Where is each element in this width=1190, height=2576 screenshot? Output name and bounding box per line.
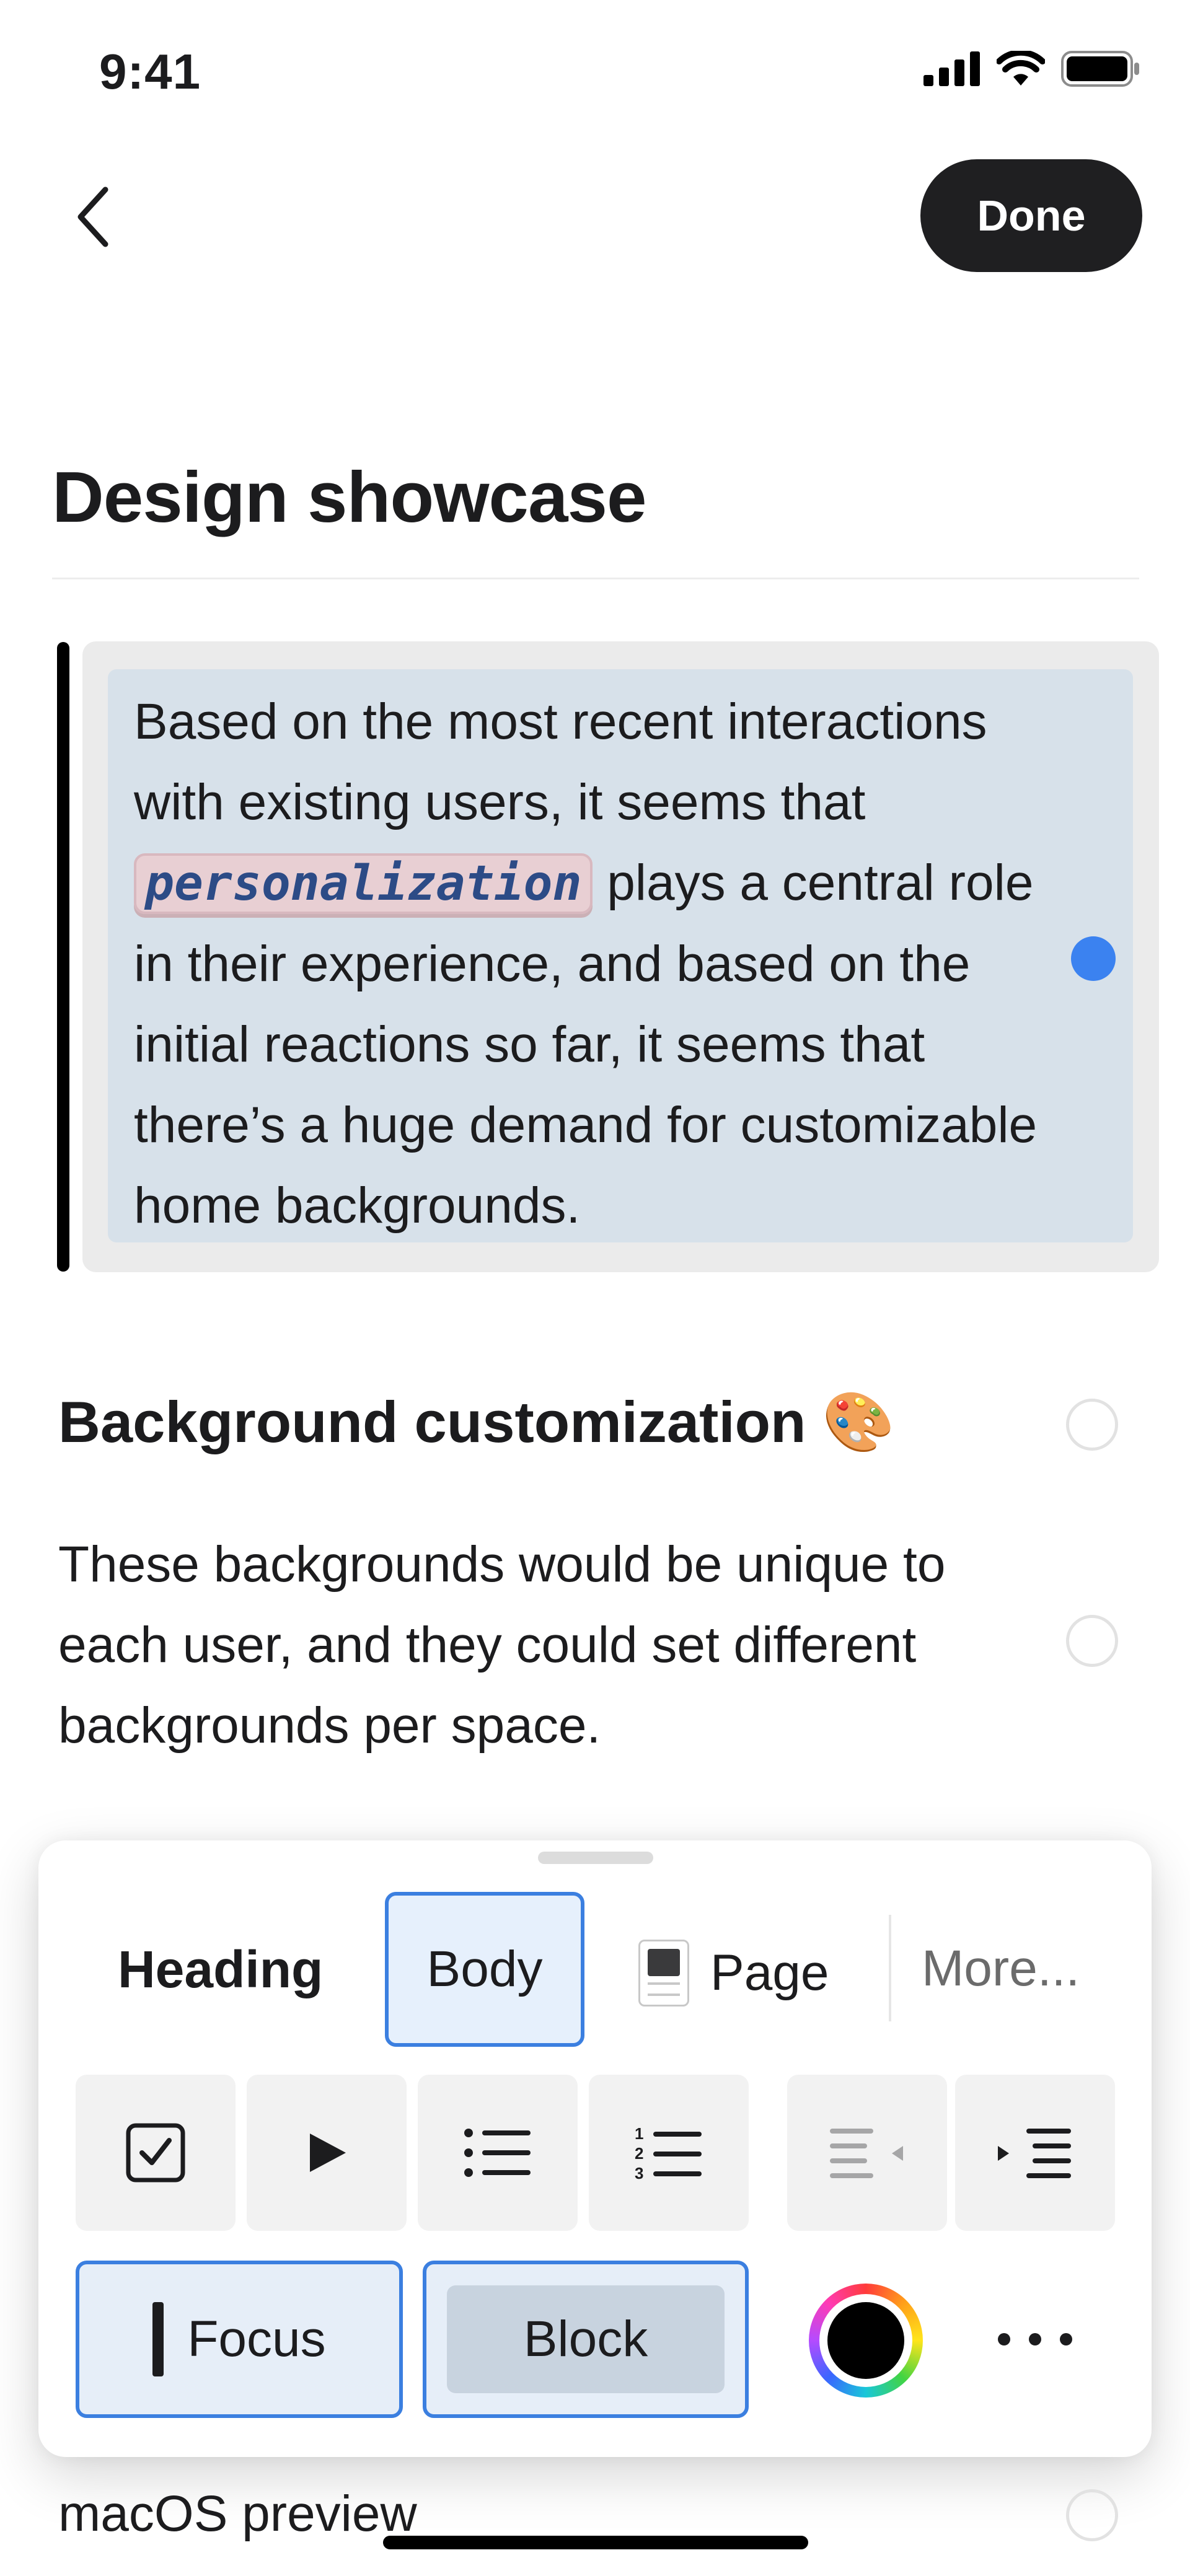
checkbox-button[interactable]	[76, 2075, 236, 2231]
block-mode-button[interactable]: Block	[423, 2261, 749, 2418]
comment-dot-indicator[interactable]	[1071, 936, 1116, 981]
inline-code-mention[interactable]: personalization	[134, 853, 593, 914]
outdent-icon	[830, 2129, 903, 2178]
style-body-option[interactable]: Body	[385, 1892, 584, 2047]
done-button[interactable]: Done	[920, 159, 1142, 272]
chevron-left-icon	[77, 187, 108, 247]
signal-icon	[923, 51, 980, 86]
svg-text:3: 3	[635, 2164, 643, 2181]
list-item-label[interactable]: macOS preview	[58, 2485, 417, 2543]
svg-text:1: 1	[635, 2124, 643, 2143]
indent-icon	[998, 2129, 1071, 2178]
block-text[interactable]: Based on the most recent interactions wi…	[134, 682, 1076, 1246]
numbered-list-icon: 1 2 3	[635, 2124, 702, 2181]
style-page-option[interactable]: Page	[638, 1940, 829, 2007]
text-caret-icon	[152, 2302, 164, 2376]
style-heading-option[interactable]: Heading	[118, 1940, 323, 2000]
status-time: 9:41	[99, 44, 201, 99]
section-heading[interactable]: Background customization 🎨	[58, 1388, 895, 1456]
focus-label: Focus	[187, 2311, 326, 2367]
outdent-button[interactable]	[787, 2075, 947, 2231]
svg-text:2: 2	[635, 2144, 643, 2163]
divider	[52, 578, 1139, 579]
color-wheel-icon	[819, 2294, 912, 2387]
toggle-button[interactable]	[247, 2075, 407, 2231]
style-page-label: Page	[710, 1945, 829, 2001]
wifi-icon	[997, 51, 1045, 86]
ellipsis-icon[interactable]	[998, 2318, 1072, 2361]
section-paragraph[interactable]: These backgrounds would be unique to eac…	[58, 1524, 1050, 1766]
home-indicator	[383, 2536, 808, 2549]
block-text-before: Based on the most recent interactions wi…	[134, 693, 987, 830]
focus-indicator-bar	[57, 642, 69, 1272]
bulleted-list-icon	[464, 2129, 531, 2177]
checkbox-icon	[126, 2123, 185, 2183]
status-icons	[923, 51, 1140, 87]
numbered-list-button[interactable]: 1 2 3	[589, 2075, 749, 2231]
sheet-grabber[interactable]	[538, 1852, 653, 1864]
style-more-option[interactable]: More...	[922, 1940, 1080, 1998]
back-button[interactable]	[62, 180, 124, 254]
battery-icon	[1061, 51, 1139, 87]
page-title: Design showcase	[52, 457, 646, 537]
current-color-swatch	[827, 2302, 904, 2379]
indent-button[interactable]	[955, 2075, 1115, 2231]
page-doc-icon	[638, 1940, 689, 2007]
list-item-check-circle[interactable]	[1066, 2489, 1118, 2541]
block-label: Block	[447, 2285, 725, 2393]
heading-check-circle[interactable]	[1066, 1399, 1118, 1451]
toggle-play-icon	[310, 2134, 346, 2172]
color-picker-button[interactable]	[809, 2284, 923, 2398]
style-separator	[889, 1915, 891, 2021]
paragraph-check-circle[interactable]	[1066, 1615, 1118, 1667]
focus-mode-button[interactable]: Focus	[76, 2261, 403, 2418]
bulleted-list-button[interactable]	[418, 2075, 578, 2231]
